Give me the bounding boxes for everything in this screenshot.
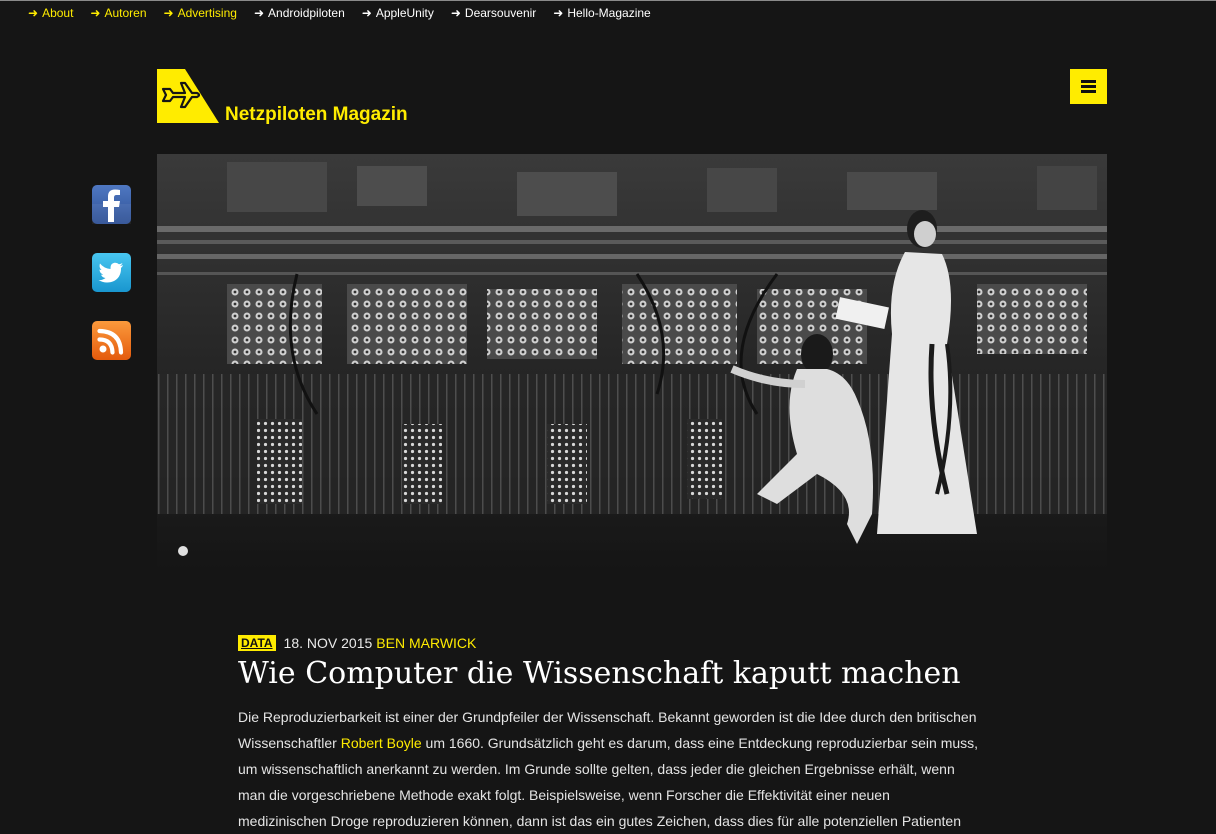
nav-link-appleunity[interactable]: ➜ AppleUnity: [362, 6, 434, 20]
nav-link-label: Hello-Magazine: [567, 6, 651, 20]
article-date: 18. NOV 2015: [283, 635, 373, 651]
nav-link-label: Advertising: [177, 6, 237, 20]
nav-link-advertising[interactable]: ➜ Advertising: [164, 6, 237, 20]
nav-link-autoren[interactable]: ➜ Autoren: [90, 6, 146, 20]
twitter-share-button[interactable]: [92, 253, 131, 292]
twitter-bird-icon: [98, 262, 123, 283]
nav-link-label: Dearsouvenir: [464, 6, 537, 20]
plane-logo-icon: [157, 69, 219, 123]
article-title: Wie Computer die Wissenschaft kaputt mac…: [238, 656, 961, 691]
facebook-share-button[interactable]: [92, 185, 131, 224]
arrow-right-icon: ➜: [553, 6, 564, 20]
category-badge[interactable]: DATA: [238, 635, 276, 651]
rss-icon: [97, 328, 124, 355]
eniac-photo-icon: [157, 154, 1107, 571]
arrow-right-icon: ➜: [163, 6, 174, 20]
top-nav: ➜ About ➜ Autoren ➜ Advertising ➜ Androidpil…: [28, 6, 668, 20]
robert-boyle-link[interactable]: Robert Boyle: [341, 735, 422, 751]
nav-link-label: AppleUnity: [375, 6, 434, 20]
site-logo[interactable]: Netzpiloten Magazin: [157, 69, 437, 125]
menu-button[interactable]: [1070, 69, 1107, 104]
article-meta: DATA 18. NOV 2015 BEN MARWICK: [238, 635, 476, 651]
nav-link-label: Androidpiloten: [268, 6, 345, 20]
arrow-right-icon: ➜: [28, 6, 39, 20]
arrow-right-icon: ➜: [253, 6, 265, 20]
paragraph-text: um 1660. Grundsätzlich geht es darum, da…: [421, 735, 979, 751]
nav-link-about[interactable]: ➜ About: [28, 6, 73, 20]
site-name: Netzpiloten Magazin: [225, 104, 408, 125]
paragraph-text: Wissenschaftler: [238, 735, 341, 751]
nav-link-label: About: [42, 6, 74, 20]
facebook-icon: [92, 189, 131, 224]
nav-link-dearsouvenir[interactable]: ➜ Dearsouvenir: [451, 6, 536, 20]
top-border: [0, 0, 1216, 1]
arrow-right-icon: ➜: [450, 6, 461, 20]
paragraph-line: Wissenschaftler Robert Boyle um 1660. Gr…: [238, 730, 1038, 756]
paragraph-line: man die vorgeschriebene Methode exakt fo…: [238, 787, 890, 803]
article-paragraph: Die Reproduzierbarkeit ist einer der Gru…: [238, 704, 1038, 834]
hero-image: [157, 154, 1107, 571]
paragraph-line: Die Reproduzierbarkeit ist einer der Gru…: [238, 709, 977, 725]
paragraph-line: medizinischen Droge reproduzieren können…: [238, 813, 962, 829]
paragraph-line: um wissenschaftlich anerkannt zu werden.…: [238, 761, 955, 777]
nav-link-label: Autoren: [104, 6, 147, 20]
arrow-right-icon: ➜: [361, 6, 372, 20]
author-link[interactable]: BEN MARWICK: [376, 635, 476, 651]
rss-feed-button[interactable]: [92, 321, 131, 360]
nav-link-androidpiloten[interactable]: ➜ Androidpiloten: [254, 6, 345, 20]
arrow-right-icon: ➜: [90, 6, 101, 20]
nav-link-hello-magazine[interactable]: ➜ Hello-Magazine: [553, 6, 650, 20]
